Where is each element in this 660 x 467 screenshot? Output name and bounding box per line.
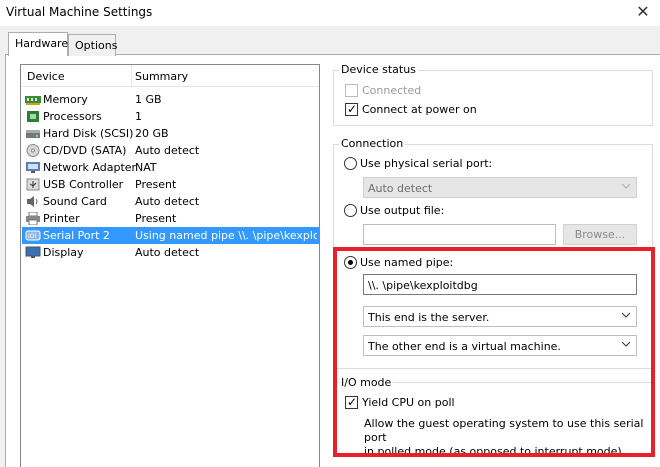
device-status-group (333, 70, 653, 126)
usb-icon (26, 178, 40, 191)
output-file-label: Use output file: (360, 204, 445, 217)
other-end-value: The other end is a virtual machine. (368, 340, 561, 353)
device-name: Serial Port 2 (43, 229, 110, 242)
chevron-down-icon (622, 312, 630, 318)
device-name: Network Adapter (43, 161, 137, 174)
radio-dot-icon (348, 260, 353, 265)
physical-serial-port-select[interactable]: Auto detect (363, 177, 637, 198)
connected-label: Connected (362, 84, 422, 97)
output-file-input[interactable] (363, 224, 556, 245)
device-name: Printer (43, 212, 80, 225)
connection-title: Connection (339, 137, 406, 150)
device-row-sound-card[interactable]: Sound Card Auto detect (22, 193, 319, 210)
yield-cpu-description: Allow the guest operating system to use … (364, 417, 644, 459)
device-row-display[interactable]: Display Auto detect (22, 244, 319, 261)
column-divider[interactable] (131, 65, 132, 87)
connected-checkbox[interactable] (345, 84, 358, 97)
device-summary: Auto detect (135, 195, 200, 208)
device-row-serial-port-2[interactable]: IOI Serial Port 2 Using named pipe \\. \… (22, 227, 319, 244)
device-row-usb-controller[interactable]: USB Controller Present (22, 176, 319, 193)
named-pipe-radio[interactable] (344, 256, 357, 269)
svg-text:IOI: IOI (28, 233, 36, 240)
description-line: Allow the guest operating system to use … (364, 417, 644, 444)
device-summary: 1 GB (135, 93, 162, 106)
device-summary: Auto detect (135, 246, 200, 259)
this-end-value: This end is the server. (368, 311, 490, 324)
connect-at-power-on-label: Connect at power on (362, 103, 477, 116)
device-row-processors[interactable]: Processors 1 (22, 108, 319, 125)
check-icon: ✓ (347, 395, 358, 409)
serial-port-icon: IOI (25, 230, 41, 241)
column-header-device[interactable]: Device (27, 70, 65, 83)
browse-button-label: Browse... (574, 228, 626, 241)
device-summary: 20 GB (135, 127, 169, 140)
yield-cpu-checkbox[interactable]: ✓ (345, 395, 358, 409)
tab-hardware[interactable]: Hardware (8, 32, 68, 56)
column-header-summary[interactable]: Summary (135, 70, 188, 83)
device-summary: Present (135, 212, 177, 225)
description-line: in polled mode (as opposed to interrupt … (364, 445, 626, 458)
device-name: CD/DVD (SATA) (43, 144, 127, 157)
device-name: Sound Card (43, 195, 107, 208)
tab-options-label: Options (75, 39, 118, 52)
device-status-title: Device status (339, 63, 418, 76)
cd-dvd-icon (26, 144, 40, 157)
device-name: USB Controller (43, 178, 124, 191)
close-icon[interactable]: ✕ (630, 2, 656, 21)
physical-serial-port-value: Auto detect (368, 182, 433, 195)
device-summary: Auto detect (135, 144, 200, 157)
device-summary: Using named pipe \\. \pipe\kexploit... (135, 229, 317, 242)
network-adapter-icon (26, 162, 40, 173)
device-row-cd-dvd[interactable]: CD/DVD (SATA) Auto detect (22, 142, 319, 159)
device-list-header: Device Summary (21, 65, 319, 87)
physical-serial-port-radio[interactable] (344, 157, 357, 170)
device-name: Hard Disk (SCSI) (43, 127, 134, 140)
chevron-down-icon (622, 183, 630, 189)
tab-options[interactable]: Options (68, 34, 118, 56)
device-summary: 1 (135, 110, 142, 123)
sound-card-icon (27, 196, 38, 207)
device-list: Device Summary Memory 1 GB Processors 1 … (20, 64, 320, 467)
device-name: Display (43, 246, 84, 259)
named-pipe-label: Use named pipe: (360, 256, 454, 269)
tab-hardware-label: Hardware (15, 37, 69, 50)
device-row-hard-disk[interactable]: Hard Disk (SCSI) 20 GB (22, 125, 319, 142)
processor-icon (27, 111, 39, 122)
memory-icon (25, 96, 41, 105)
printer-icon (26, 212, 40, 225)
display-icon (25, 246, 41, 258)
named-pipe-input[interactable]: \\. \pipe\kexploitdbg (363, 274, 637, 295)
window-title: Virtual Machine Settings (6, 5, 153, 19)
device-summary: Present (135, 178, 177, 191)
device-row-printer[interactable]: Printer Present (22, 210, 319, 227)
device-name: Memory (43, 93, 88, 106)
connect-at-power-on-checkbox[interactable]: ✓ (345, 102, 358, 116)
hard-disk-icon (26, 130, 40, 138)
check-icon: ✓ (347, 102, 358, 116)
browse-button[interactable]: Browse... (563, 224, 637, 245)
title-bar: Virtual Machine Settings ✕ (0, 0, 660, 26)
device-summary: NAT (135, 161, 157, 174)
io-mode-title: I/O mode (339, 376, 394, 389)
physical-serial-port-label: Use physical serial port: (360, 157, 493, 170)
device-name: Processors (43, 110, 102, 123)
output-file-radio[interactable] (344, 204, 357, 217)
yield-cpu-label: Yield CPU on poll (362, 396, 455, 409)
other-end-select[interactable]: The other end is a virtual machine. (363, 335, 637, 356)
device-row-memory[interactable]: Memory 1 GB (22, 91, 319, 108)
this-end-select[interactable]: This end is the server. (363, 306, 637, 327)
named-pipe-value: \\. \pipe\kexploitdbg (368, 279, 478, 292)
device-row-network-adapter[interactable]: Network Adapter NAT (22, 159, 319, 176)
chevron-down-icon (622, 341, 630, 347)
